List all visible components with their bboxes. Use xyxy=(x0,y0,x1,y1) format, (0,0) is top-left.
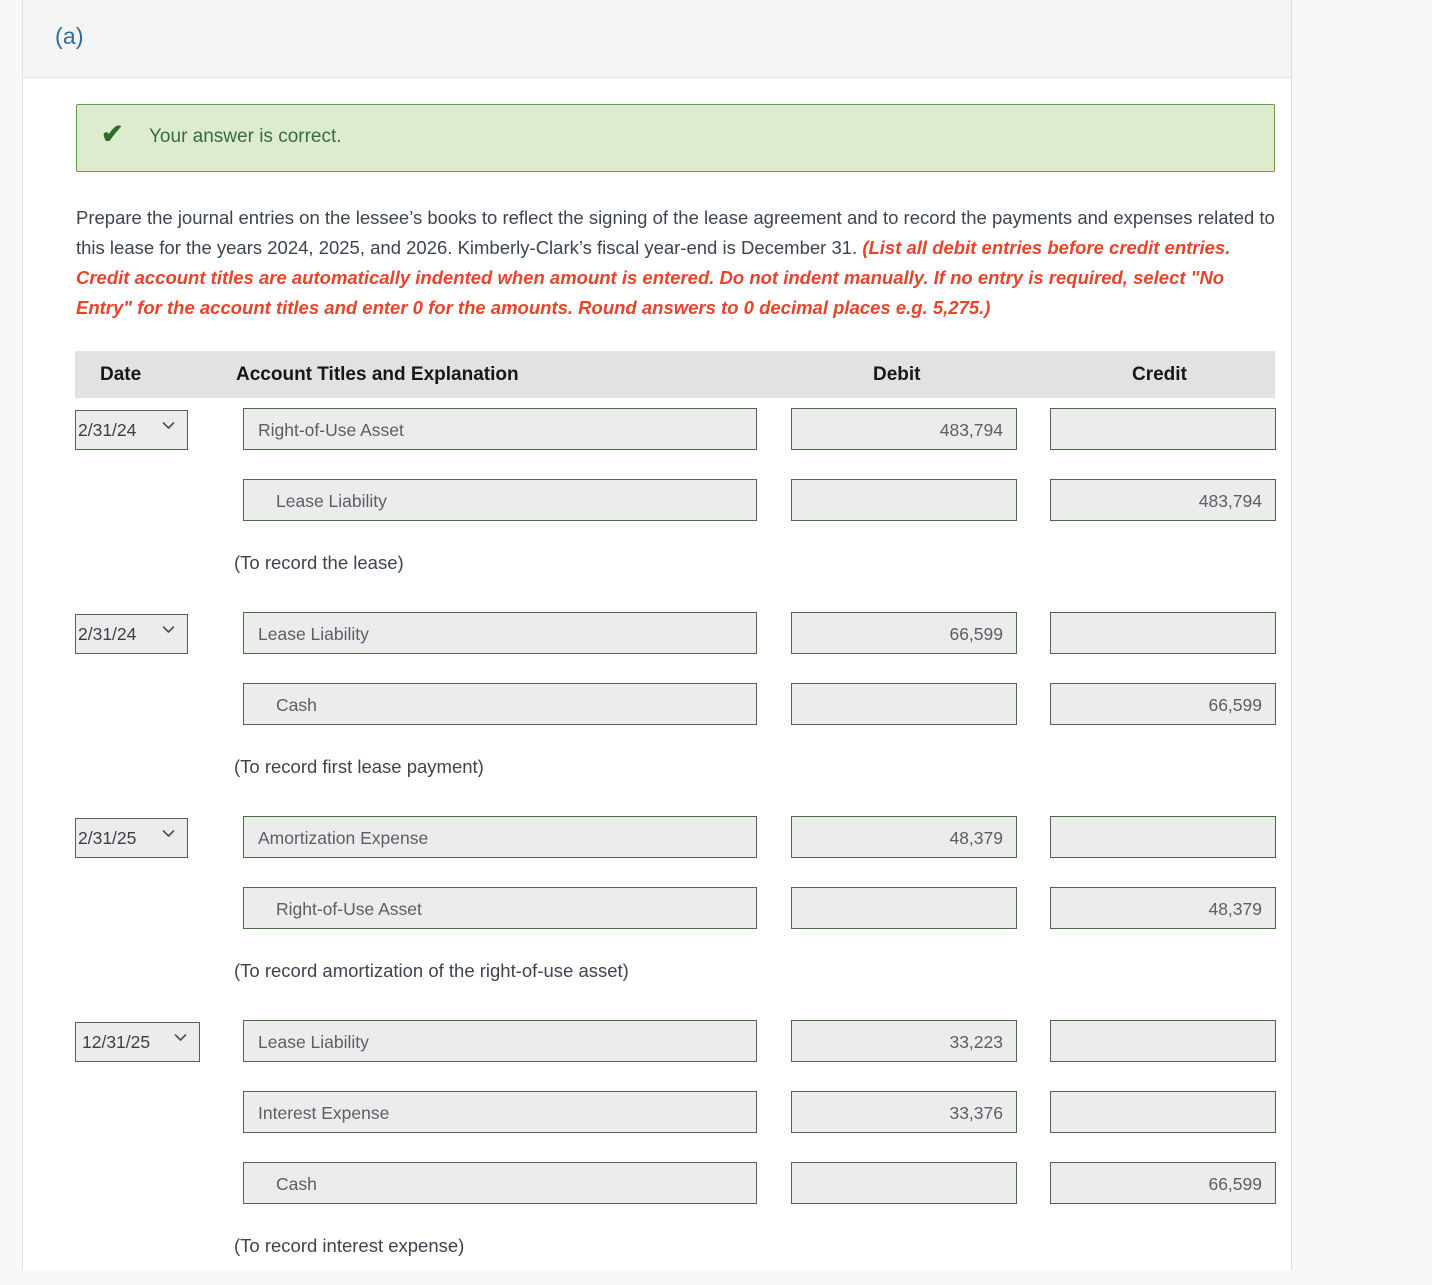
table-row: 2/31/24 Right-of-Use Asset 483,794 xyxy=(75,398,1315,469)
date-select-1[interactable]: 2/31/24 xyxy=(75,614,188,654)
account-title-input[interactable]: Amortization Expense xyxy=(243,816,757,858)
table-row: Cash 66,599 xyxy=(75,1152,1315,1223)
debit-amount-input[interactable] xyxy=(791,479,1017,521)
account-title-input[interactable]: Cash xyxy=(243,1162,757,1204)
credit-amount-value: 66,599 xyxy=(1208,695,1262,715)
account-title-value: Amortization Expense xyxy=(258,828,429,848)
answer-status-text: Your answer is correct. xyxy=(149,126,342,147)
journal-entry-table: Date Account Titles and Explanation Debi… xyxy=(75,351,1315,1285)
debit-amount-input[interactable]: 33,376 xyxy=(791,1091,1017,1133)
credit-amount-value: 48,379 xyxy=(1208,899,1262,919)
column-header-debit: Debit xyxy=(873,364,921,385)
debit-amount-value: 66,599 xyxy=(949,624,1003,644)
journal-rows: 2/31/24 Right-of-Use Asset 483,794 Lease Li… xyxy=(75,398,1315,1285)
chevron-down-icon xyxy=(162,623,175,636)
credit-amount-input[interactable]: 483,794 xyxy=(1050,479,1276,521)
check-icon: ✔ xyxy=(101,119,124,149)
credit-amount-input[interactable]: 66,599 xyxy=(1050,1162,1276,1204)
credit-amount-input[interactable] xyxy=(1050,1091,1276,1133)
table-row: Cash 66,599 xyxy=(75,673,1315,744)
account-title-value: Lease Liability xyxy=(276,491,387,511)
debit-amount-input[interactable] xyxy=(791,1162,1017,1204)
page-root: (a) ✔ Your answer is correct. Prepare th… xyxy=(0,0,1432,1270)
debit-amount-input[interactable]: 483,794 xyxy=(791,408,1017,450)
debit-amount-input[interactable]: 48,379 xyxy=(791,816,1017,858)
debit-amount-input[interactable]: 66,599 xyxy=(791,612,1017,654)
table-header-row: Date Account Titles and Explanation Debi… xyxy=(75,351,1275,398)
date-select-value: 2/31/24 xyxy=(78,624,137,644)
entry-memo: (To record amortization of the right-of-… xyxy=(75,948,1315,1010)
debit-amount-value: 483,794 xyxy=(939,420,1003,440)
date-select-2[interactable]: 2/31/25 xyxy=(75,818,188,858)
date-select-value: 12/31/25 xyxy=(82,1032,151,1052)
account-title-input[interactable]: Cash xyxy=(243,683,757,725)
debit-amount-value: 33,376 xyxy=(949,1103,1003,1123)
content-column: (a) ✔ Your answer is correct. Prepare th… xyxy=(22,0,1292,1270)
table-row: Interest Expense 33,376 xyxy=(75,1081,1315,1152)
debit-amount-input[interactable] xyxy=(791,887,1017,929)
instructions-paragraph: Prepare the journal entries on the lesse… xyxy=(76,203,1276,323)
table-row: Right-of-Use Asset 48,379 xyxy=(75,877,1315,948)
credit-amount-input[interactable] xyxy=(1050,408,1276,450)
account-title-input[interactable]: Lease Liability xyxy=(243,479,757,521)
table-row: 2/31/25 Amortization Expense 48,379 xyxy=(75,806,1315,877)
account-title-value: Interest Expense xyxy=(258,1103,390,1123)
account-title-input[interactable]: Lease Liability xyxy=(243,612,757,654)
answer-status-banner: ✔ Your answer is correct. xyxy=(76,104,1275,172)
column-header-account: Account Titles and Explanation xyxy=(236,364,519,385)
debit-amount-value: 48,379 xyxy=(949,828,1003,848)
account-title-value: Right-of-Use Asset xyxy=(276,899,422,919)
credit-amount-input[interactable]: 66,599 xyxy=(1050,683,1276,725)
chevron-down-icon xyxy=(162,419,175,432)
entry-memo-text: (To record amortization of the right-of-… xyxy=(234,960,629,981)
entry-memo: (To record the lease) xyxy=(75,540,1315,602)
account-title-value: Lease Liability xyxy=(258,624,369,644)
date-select-0[interactable]: 2/31/24 xyxy=(75,410,188,450)
credit-amount-input[interactable] xyxy=(1050,816,1276,858)
account-title-value: Cash xyxy=(276,1174,317,1194)
chevron-down-icon xyxy=(174,1031,187,1044)
debit-amount-value: 33,223 xyxy=(949,1032,1003,1052)
account-title-value: Right-of-Use Asset xyxy=(258,420,404,440)
account-title-input[interactable]: Interest Expense xyxy=(243,1091,757,1133)
account-title-value: Cash xyxy=(276,695,317,715)
part-label: (a) xyxy=(55,23,84,49)
debit-amount-input[interactable]: 33,223 xyxy=(791,1020,1017,1062)
debit-amount-input[interactable] xyxy=(791,683,1017,725)
entry-memo-text: (To record first lease payment) xyxy=(234,756,484,777)
credit-amount-value: 483,794 xyxy=(1198,491,1262,511)
date-select-value: 2/31/24 xyxy=(78,420,137,440)
credit-amount-value: 66,599 xyxy=(1208,1174,1262,1194)
table-row: 2/31/24 Lease Liability 66,599 xyxy=(75,602,1315,673)
credit-amount-input[interactable]: 48,379 xyxy=(1050,887,1276,929)
chevron-down-icon xyxy=(162,827,175,840)
account-title-input[interactable]: Lease Liability xyxy=(243,1020,757,1062)
column-header-credit: Credit xyxy=(1132,364,1187,385)
credit-amount-input[interactable] xyxy=(1050,1020,1276,1062)
date-select-3[interactable]: 12/31/25 xyxy=(75,1022,200,1062)
part-header: (a) xyxy=(23,0,1291,78)
entry-memo-text: (To record interest expense) xyxy=(234,1235,465,1256)
date-select-value: 2/31/25 xyxy=(78,828,137,848)
account-title-input[interactable]: Right-of-Use Asset xyxy=(243,408,757,450)
credit-amount-input[interactable] xyxy=(1050,612,1276,654)
entry-memo: (To record first lease payment) xyxy=(75,744,1315,806)
entry-memo: (To record interest expense) xyxy=(75,1223,1315,1285)
account-title-value: Lease Liability xyxy=(258,1032,369,1052)
account-title-input[interactable]: Right-of-Use Asset xyxy=(243,887,757,929)
table-row: 12/31/25 Lease Liability 33,223 xyxy=(75,1010,1315,1081)
column-header-date: Date xyxy=(100,364,142,385)
entry-memo-text: (To record the lease) xyxy=(234,552,404,573)
table-row: Lease Liability 483,794 xyxy=(75,469,1315,540)
